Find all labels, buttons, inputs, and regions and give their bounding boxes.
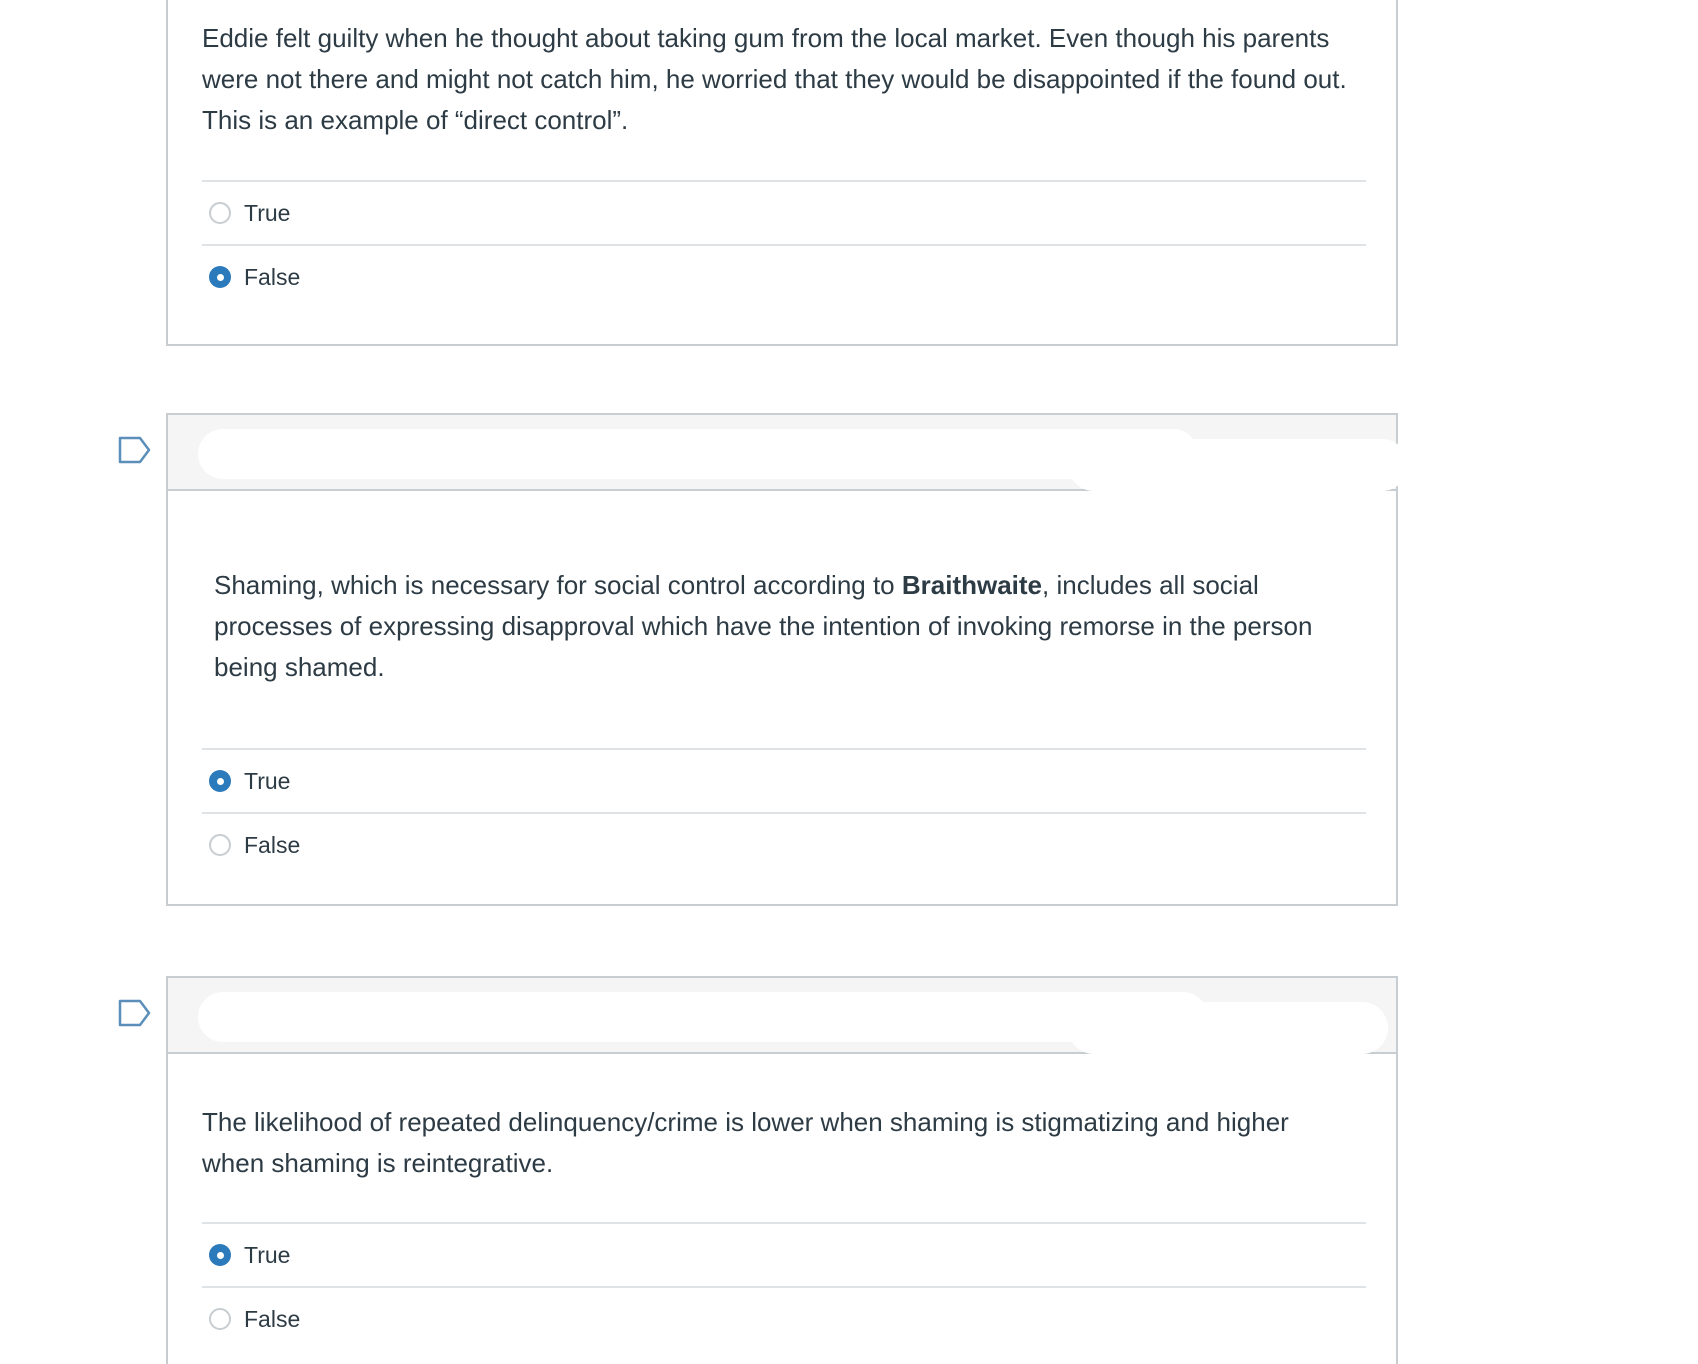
redacted-area xyxy=(198,992,1208,1042)
answer-option-true[interactable]: True xyxy=(202,748,1366,812)
question-header xyxy=(168,978,1396,1054)
radio-button[interactable] xyxy=(209,834,231,856)
answer-label: False xyxy=(244,1305,301,1332)
question-card-1: Eddie felt guilty when he thought about … xyxy=(166,0,1398,346)
question-card-3: The likelihood of repeated delinquency/c… xyxy=(166,976,1398,1364)
question-text-bold: Braithwaite xyxy=(901,570,1043,600)
radio-button[interactable] xyxy=(209,202,231,224)
answer-label: True xyxy=(244,1241,291,1268)
radio-button[interactable] xyxy=(209,1308,231,1330)
flag-bookmark-icon[interactable] xyxy=(118,436,152,464)
redacted-area xyxy=(1068,1002,1388,1054)
answer-option-true[interactable]: True xyxy=(202,180,1366,244)
answer-option-false[interactable]: False xyxy=(202,1286,1366,1350)
radio-button-selected[interactable] xyxy=(209,1244,231,1266)
question-text: Eddie felt guilty when he thought about … xyxy=(202,23,1347,135)
answer-label: True xyxy=(244,767,291,794)
redacted-area xyxy=(1068,439,1408,491)
redacted-area xyxy=(198,429,1198,479)
flag-bookmark-icon[interactable] xyxy=(118,999,152,1027)
question-text: The likelihood of repeated delinquency/c… xyxy=(202,1107,1289,1178)
answer-option-true[interactable]: True xyxy=(202,1222,1366,1286)
answer-list: True False xyxy=(202,1222,1366,1350)
answer-label: False xyxy=(244,831,301,858)
answer-list: True False xyxy=(202,748,1366,876)
answer-list: True False xyxy=(202,180,1366,308)
answer-option-false[interactable]: False xyxy=(202,244,1366,308)
quiz-page: Eddie felt guilty when he thought about … xyxy=(0,0,1698,1364)
answer-label: False xyxy=(244,263,301,290)
question-header xyxy=(168,415,1408,491)
answer-label: True xyxy=(244,199,291,226)
radio-button-selected[interactable] xyxy=(209,770,231,792)
answer-option-false[interactable]: False xyxy=(202,812,1366,876)
question-card-2: Shaming, which is necessary for social c… xyxy=(166,413,1408,906)
question-text-part: Shaming, which is necessary for social c… xyxy=(214,570,902,600)
question-text: Shaming, which is necessary for social c… xyxy=(214,565,1364,688)
radio-button-selected[interactable] xyxy=(209,266,231,288)
